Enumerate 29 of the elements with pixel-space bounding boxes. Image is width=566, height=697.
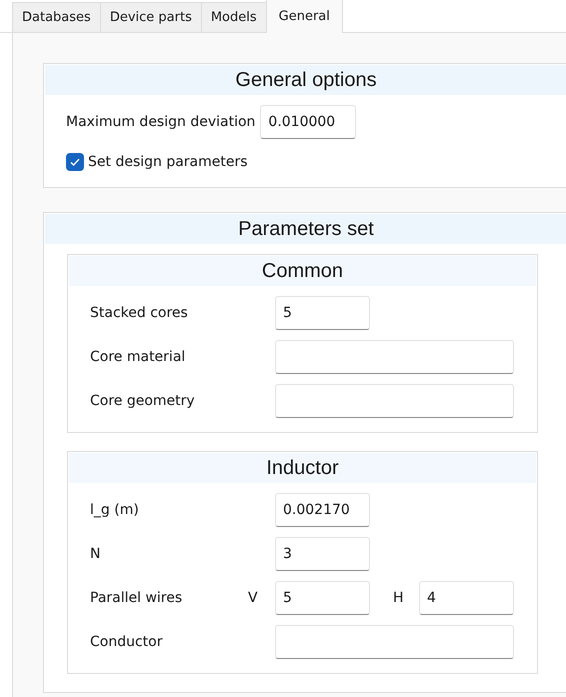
group-title: General options: [45, 65, 566, 95]
input-field[interactable]: [275, 384, 514, 418]
input-field[interactable]: [275, 625, 514, 659]
axis-label: H: [393, 590, 405, 606]
check-icon: [69, 156, 81, 168]
field-label: Maximum design deviation: [66, 114, 256, 130]
field-label: Core geometry: [90, 393, 196, 409]
input-field[interactable]: 4: [419, 581, 514, 615]
tab[interactable]: Device parts: [100, 2, 202, 32]
input-field[interactable]: 3: [275, 537, 370, 571]
tab[interactable]: Models: [200, 2, 267, 32]
input-field[interactable]: 5: [275, 581, 370, 615]
field-label: Conductor: [90, 634, 164, 650]
input-field[interactable]: 0.002170: [275, 493, 370, 527]
tab[interactable]: Databases: [12, 2, 101, 32]
input-field[interactable]: 0.010000: [260, 105, 356, 139]
field-label: Parallel wires: [90, 590, 184, 606]
group-title: Inductor: [69, 453, 536, 483]
checkbox[interactable]: Set design parameters: [44, 153, 270, 171]
field-label: Stacked cores: [90, 305, 189, 321]
axis-label: V: [248, 590, 259, 606]
group-title: Common: [69, 256, 536, 286]
field-label: l_g (m): [90, 502, 140, 518]
group-title: Parameters set: [45, 214, 566, 244]
field-label: N: [90, 546, 102, 562]
field-label: Core material: [90, 349, 186, 365]
input-field[interactable]: [275, 340, 514, 374]
tab[interactable]: General: [266, 0, 343, 33]
input-field[interactable]: 5: [275, 296, 370, 330]
